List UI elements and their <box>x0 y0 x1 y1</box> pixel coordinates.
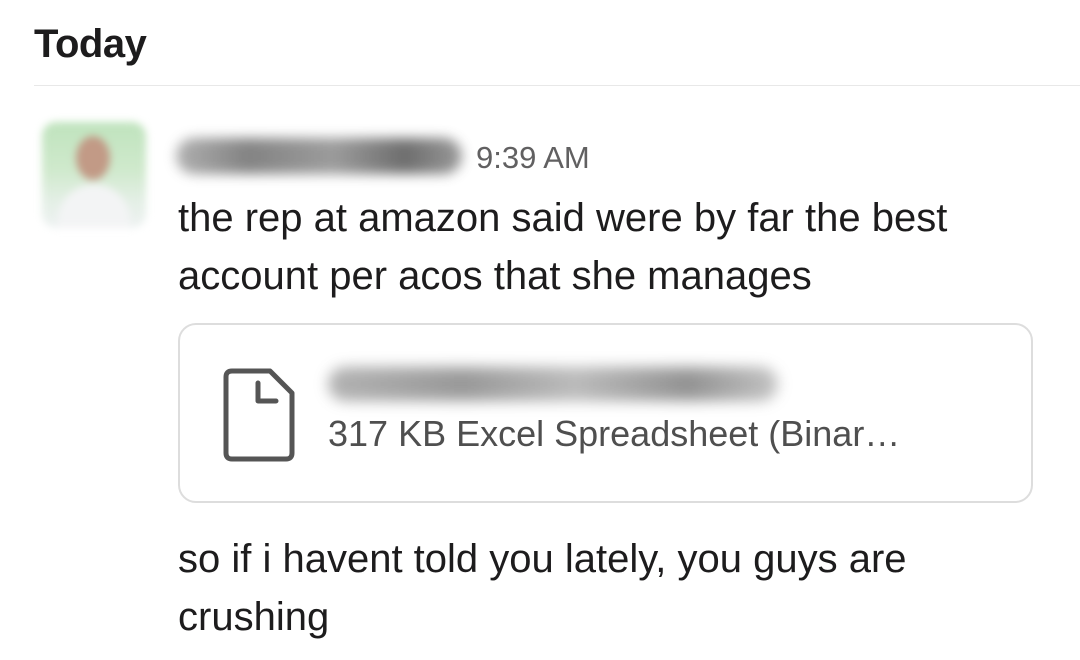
file-meta: 317 KB Excel Spreadsheet (Binar… <box>328 413 901 454</box>
message-text-2: so if i havent told you lately, you guys… <box>178 537 907 639</box>
avatar[interactable] <box>42 122 146 228</box>
file-attachment-card[interactable]: 317 KB Excel Spreadsheet (Binar… <box>178 323 1033 503</box>
message-timestamp[interactable]: 9:39 AM <box>476 140 590 176</box>
avatar-body <box>58 184 130 228</box>
sender-name-blurred[interactable] <box>176 138 462 174</box>
day-header: Today <box>34 22 147 66</box>
day-divider <box>34 85 1080 86</box>
message-text-1: the rep at amazon said were by far the b… <box>178 196 948 298</box>
file-name-blurred <box>328 367 778 401</box>
document-icon <box>223 368 295 462</box>
avatar-head <box>76 136 110 180</box>
